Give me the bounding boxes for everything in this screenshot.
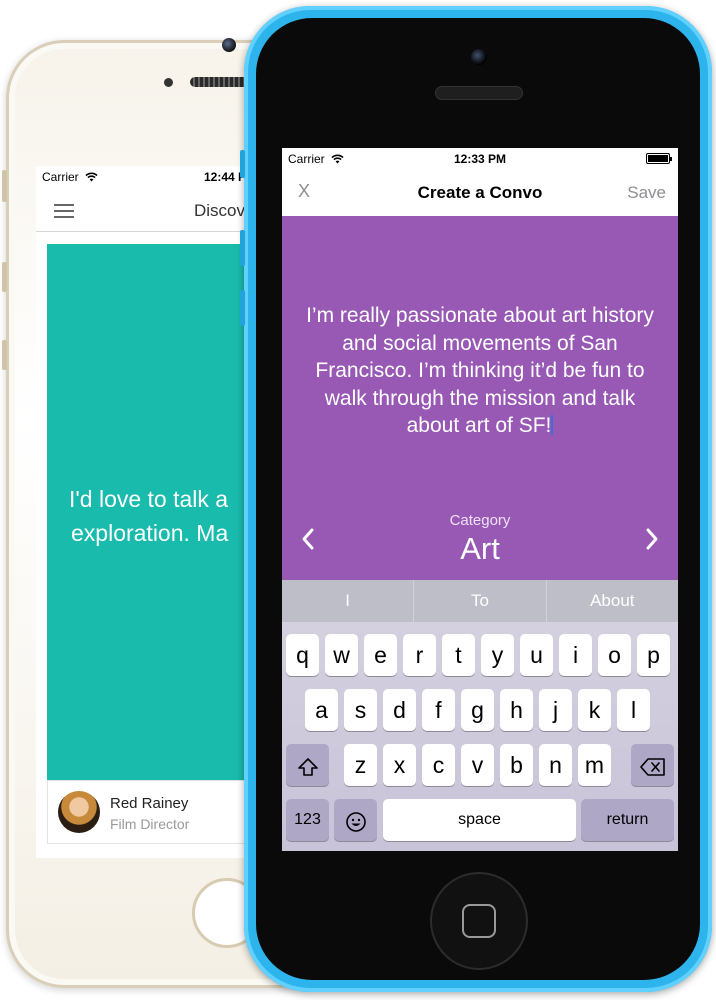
avatar (58, 791, 100, 833)
key-j[interactable]: j (539, 689, 572, 731)
suggestion-3[interactable]: About (547, 580, 678, 622)
backspace-key[interactable] (631, 744, 674, 786)
hamburger-menu-icon[interactable] (54, 204, 74, 222)
space-key[interactable]: space (383, 799, 576, 841)
back-phone-sensor (164, 78, 173, 87)
keyboard: q w e r t y u i o p a s d f g h j k l z … (282, 622, 678, 851)
profile-role: Film Director (110, 816, 190, 832)
key-u[interactable]: u (520, 634, 553, 676)
return-key[interactable]: return (581, 799, 674, 841)
key-n[interactable]: n (539, 744, 572, 786)
shift-key[interactable] (286, 744, 329, 786)
text-cursor (551, 415, 554, 435)
page-title: Create a Convo (417, 183, 543, 202)
predictive-bar: I To About (282, 580, 678, 622)
nav-bar: X Create a Convo Save (282, 170, 678, 216)
key-z[interactable]: z (344, 744, 377, 786)
key-m[interactable]: m (578, 744, 611, 786)
chevron-right-icon[interactable] (642, 524, 662, 554)
backspace-icon (639, 758, 665, 776)
emoji-icon (345, 812, 366, 832)
key-y[interactable]: y (481, 634, 514, 676)
convo-compose-area[interactable]: I’m really passionate about art history … (282, 216, 678, 580)
front-phone-speaker (435, 86, 523, 100)
key-d[interactable]: d (383, 689, 416, 731)
back-phone-volume-down (2, 340, 7, 370)
key-x[interactable]: x (383, 744, 416, 786)
front-phone-camera (471, 49, 487, 65)
back-phone-screen: Carrier 12:44 P Discov I'd love to talk … (36, 166, 278, 858)
key-k[interactable]: k (578, 689, 611, 731)
key-p[interactable]: p (637, 634, 670, 676)
back-phone-mute-switch (2, 170, 7, 202)
key-a[interactable]: a (305, 689, 338, 731)
front-phone-mute-switch (240, 150, 245, 178)
profile-name: Red Rainey (110, 795, 189, 812)
key-q[interactable]: q (286, 634, 319, 676)
key-h[interactable]: h (500, 689, 533, 731)
back-phone-camera (222, 38, 236, 52)
key-b[interactable]: b (500, 744, 533, 786)
key-l[interactable]: l (617, 689, 650, 731)
status-bar: Carrier 12:33 PM (282, 148, 678, 170)
key-t[interactable]: t (442, 634, 475, 676)
key-e[interactable]: e (364, 634, 397, 676)
home-button-square-icon (462, 904, 496, 938)
key-w[interactable]: w (325, 634, 358, 676)
front-phone-volume-down (240, 290, 245, 326)
back-phone-volume-up (2, 262, 7, 292)
wifi-icon (85, 172, 98, 182)
back-nav-bar: Discov (36, 188, 278, 232)
shift-icon (297, 758, 318, 776)
category-label: Category (449, 512, 511, 529)
suggestion-1[interactable]: I (282, 580, 415, 622)
convo-text-input[interactable]: I’m really passionate about art history … (296, 302, 664, 440)
save-button[interactable]: Save (627, 183, 666, 203)
convo-text: I’m really passionate about art history … (306, 304, 654, 437)
key-v[interactable]: v (461, 744, 494, 786)
emoji-key[interactable] (334, 799, 377, 841)
back-page-title: Discov (194, 201, 246, 220)
key-r[interactable]: r (403, 634, 436, 676)
key-f[interactable]: f (422, 689, 455, 731)
back-carrier-label: Carrier (42, 170, 98, 184)
back-carrier-text: Carrier (42, 170, 79, 184)
battery-icon (646, 153, 672, 164)
front-phone-screen: Carrier 12:33 PM X Create a Convo Save I… (282, 148, 678, 851)
key-c[interactable]: c (422, 744, 455, 786)
category-value: Art (460, 531, 500, 566)
key-o[interactable]: o (598, 634, 631, 676)
key-g[interactable]: g (461, 689, 494, 731)
numbers-key[interactable]: 123 (286, 799, 329, 841)
suggestion-2[interactable]: To (414, 580, 547, 622)
front-phone-volume-up (240, 230, 245, 266)
back-phone-speaker (190, 77, 250, 87)
status-time: 12:33 PM (453, 152, 507, 166)
key-s[interactable]: s (344, 689, 377, 731)
key-i[interactable]: i (559, 634, 592, 676)
